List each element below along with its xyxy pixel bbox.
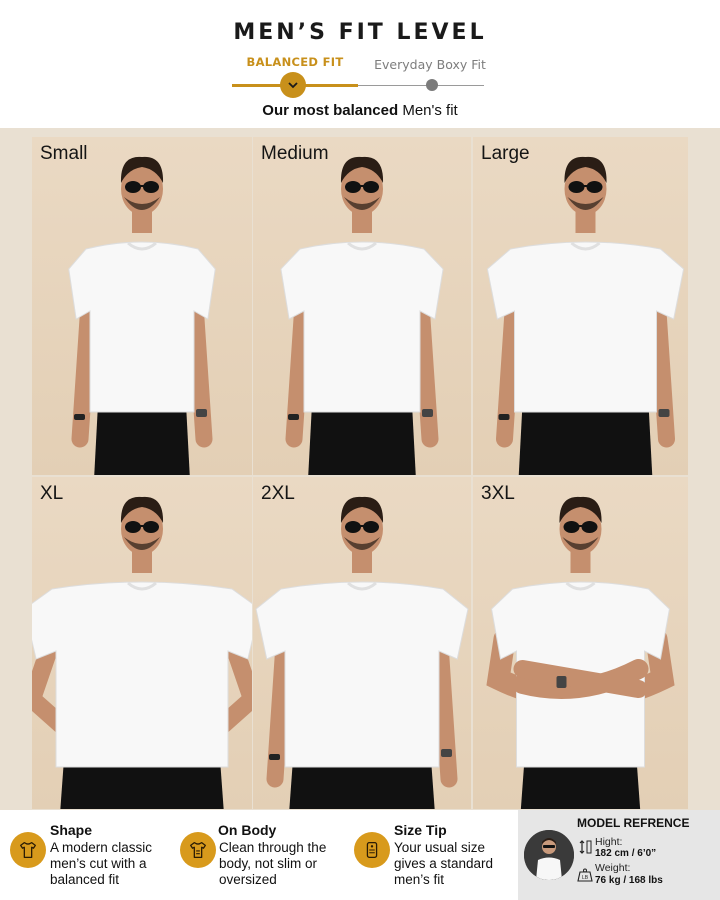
size-photo-small: Small — [32, 137, 252, 475]
subtitle-rest-text: Men's fit — [402, 102, 458, 119]
model-avatar — [524, 830, 574, 880]
weight-value: 76 kg / 168 lbs — [595, 875, 663, 886]
size-tag-icon — [354, 832, 390, 868]
fit-subtitle: Our most balanced Men's fit — [0, 102, 720, 119]
feature-shape-line: balanced fit — [50, 872, 120, 887]
weight-icon: LB — [577, 868, 593, 882]
feature-onbody-line: Clean through the — [219, 840, 327, 855]
subtitle-bold: Our most balanced — [262, 102, 399, 119]
size-photo-3xl: 3XL — [473, 477, 688, 809]
feature-sizetip-title: Size Tip — [394, 822, 447, 838]
chevron-down-icon — [288, 82, 298, 89]
fit-level-rest — [358, 85, 484, 86]
feature-onbody-title: On Body — [218, 822, 277, 838]
size-label: XL — [40, 483, 64, 504]
feature-shape-title: Shape — [50, 822, 93, 838]
fit-option-boxy[interactable]: Everyday Boxy Fit — [365, 57, 495, 72]
model-reference-title: MODEL REFRENCE — [577, 816, 690, 830]
model-figure — [255, 496, 469, 809]
size-photo-medium: Medium — [253, 137, 471, 475]
size-photo-large: Large — [473, 137, 688, 475]
tshirt-body-icon — [180, 832, 216, 868]
feature-shape-text: A modern classic men’s cut with a balanc… — [50, 840, 152, 888]
feature-shape-line: men’s cut with a — [50, 856, 147, 871]
fit-level-track — [232, 84, 484, 87]
feature-sizetip-line: Your usual size — [394, 840, 486, 855]
feature-onbody-text: Clean through the body, not slim or over… — [219, 840, 326, 888]
model-figure — [280, 156, 444, 475]
footer: Shape A modern classic men’s cut with a … — [0, 810, 720, 900]
header: MEN’S FIT LEVEL BALANCED FIT Everyday Bo… — [0, 0, 720, 128]
size-label: Small — [40, 143, 88, 164]
size-photo-xl: XL — [32, 477, 252, 809]
height-icon — [579, 840, 593, 854]
page-title: MEN’S FIT LEVEL — [233, 20, 487, 45]
model-figure — [68, 156, 216, 475]
feature-sizetip-text: Your usual size gives a standard men’s f… — [394, 840, 493, 888]
weight-label: Weight: — [595, 862, 631, 874]
fit-level-end-dot[interactable] — [426, 79, 438, 91]
size-label: Large — [481, 143, 530, 164]
height-value: 182 cm / 6’0” — [595, 848, 657, 859]
size-label: 2XL — [261, 483, 295, 504]
model-reference-panel: MODEL REFRENCE Hight: 182 cm / 6’0” LB W… — [518, 810, 720, 900]
model-figure — [32, 496, 252, 809]
feature-sizetip-line: gives a standard — [394, 856, 494, 871]
height-label: Hight: — [595, 836, 623, 848]
feature-sizetip-line: men’s fit — [394, 872, 445, 887]
size-photo-2xl: 2XL — [253, 477, 471, 809]
feature-shape-line: A modern classic — [50, 840, 153, 855]
tshirt-shape-icon — [10, 832, 46, 868]
size-label: Medium — [261, 143, 329, 164]
model-figure — [486, 156, 685, 475]
fit-level-knob[interactable] — [280, 72, 306, 98]
size-label: 3XL — [481, 483, 515, 504]
model-figure — [486, 496, 675, 809]
feature-onbody-line: body, not slim or — [219, 856, 318, 871]
fit-option-balanced[interactable]: BALANCED FIT — [240, 55, 350, 69]
feature-onbody-line: oversized — [219, 872, 277, 887]
svg-text:LB: LB — [582, 875, 589, 881]
